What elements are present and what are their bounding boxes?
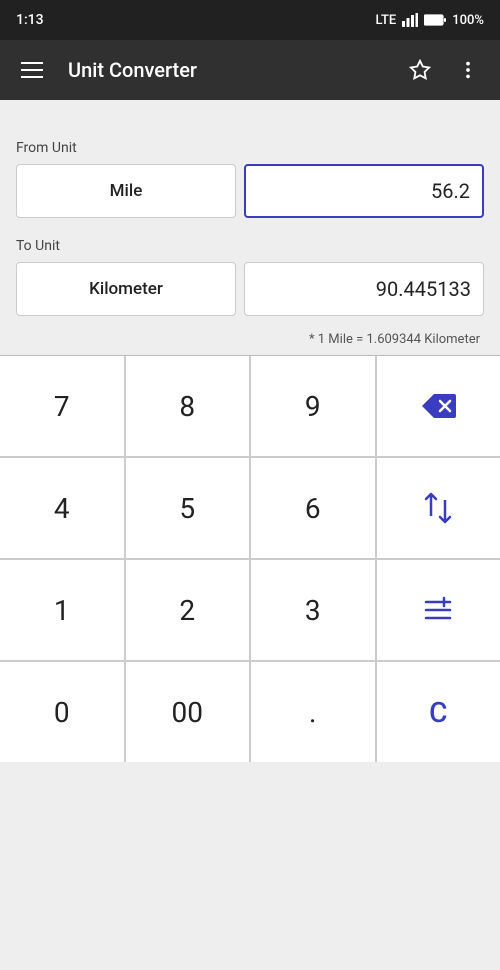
key-clear[interactable]: C bbox=[377, 662, 500, 762]
battery-label: 100% bbox=[452, 13, 484, 28]
app-bar: Unit Converter bbox=[0, 40, 500, 100]
from-unit-button[interactable]: Mile bbox=[16, 164, 236, 218]
key-5[interactable]: 5 bbox=[126, 458, 250, 558]
status-bar: 1:13 LTE 100% bbox=[0, 0, 500, 40]
to-unit-row: Kilometer 90.445133 bbox=[16, 262, 484, 316]
app-bar-actions bbox=[400, 50, 488, 90]
star-button[interactable] bbox=[400, 50, 440, 90]
clear-icon: C bbox=[429, 696, 447, 729]
signal-icon bbox=[402, 13, 418, 27]
menu-icon-line bbox=[21, 76, 43, 78]
to-value-display: 90.445133 bbox=[244, 262, 484, 316]
key-6[interactable]: 6 bbox=[251, 458, 375, 558]
key-1[interactable]: 1 bbox=[0, 560, 124, 660]
key-4[interactable]: 4 bbox=[0, 458, 124, 558]
key-9[interactable]: 9 bbox=[251, 356, 375, 456]
from-unit-row: Mile 56.2 bbox=[16, 164, 484, 218]
lte-label: LTE bbox=[376, 13, 397, 28]
keypad: 7 8 9 4 5 6 1 2 3 0 00 . C bbox=[0, 355, 500, 762]
key-00[interactable]: 00 bbox=[126, 662, 250, 762]
key-backspace[interactable] bbox=[377, 356, 500, 456]
key-0[interactable]: 0 bbox=[0, 662, 124, 762]
key-8[interactable]: 8 bbox=[126, 356, 250, 456]
menu-icon-line bbox=[21, 62, 43, 64]
conversion-note: * 1 Mile = 1.609344 Kilometer bbox=[16, 332, 484, 347]
status-time: 1:13 bbox=[16, 12, 44, 28]
to-unit-label: To Unit bbox=[16, 238, 484, 254]
app-title: Unit Converter bbox=[52, 58, 400, 82]
key-7[interactable]: 7 bbox=[0, 356, 124, 456]
from-value-input[interactable]: 56.2 bbox=[244, 164, 484, 218]
key-swap[interactable] bbox=[377, 458, 500, 558]
more-button[interactable] bbox=[448, 50, 488, 90]
to-unit-button[interactable]: Kilometer bbox=[16, 262, 236, 316]
menu-button[interactable] bbox=[12, 50, 52, 90]
battery-icon bbox=[424, 14, 446, 26]
main-content: From Unit Mile 56.2 To Unit Kilometer 90… bbox=[0, 100, 500, 347]
star-icon bbox=[409, 59, 431, 81]
more-vertical-icon bbox=[457, 59, 479, 81]
from-unit-label: From Unit bbox=[16, 140, 484, 156]
status-right: LTE 100% bbox=[376, 13, 484, 28]
key-2[interactable]: 2 bbox=[126, 560, 250, 660]
key-ops[interactable] bbox=[377, 560, 500, 660]
menu-icon-line bbox=[21, 69, 43, 71]
swap-icon bbox=[424, 492, 452, 524]
ops-icon bbox=[423, 595, 453, 625]
key-dot[interactable]: . bbox=[251, 662, 375, 762]
backspace-icon bbox=[420, 392, 456, 420]
key-3[interactable]: 3 bbox=[251, 560, 375, 660]
